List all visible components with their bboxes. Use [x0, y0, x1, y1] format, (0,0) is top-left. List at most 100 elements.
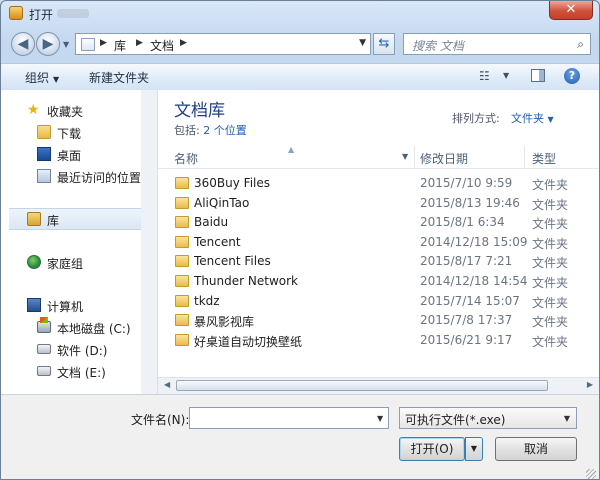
scrollbar-thumb[interactable] [176, 380, 548, 391]
arrow-left-icon: ◀ [17, 36, 29, 52]
forward-button[interactable]: ▶ [36, 32, 60, 56]
organize-menu[interactable]: 组织 ▼ [25, 69, 59, 86]
sidebar-item-desktop[interactable]: 桌面 [1, 144, 157, 164]
breadcrumb-libraries[interactable]: 库 [114, 37, 126, 54]
address-bar[interactable]: ▶ 库 ▶ 文档 ▶ ▼ [75, 33, 371, 55]
sidebar-item-favorites[interactable]: ★ 收藏夹 [1, 100, 157, 120]
chevron-down-icon: ▼ [53, 75, 60, 84]
column-header-date[interactable]: 修改日期 [420, 150, 468, 167]
file-row[interactable]: 好桌道自动切换壁纸 2015/6/21 9:17 文件夹 [158, 331, 599, 350]
arrange-by-dropdown[interactable]: 文件夹 ▼ [511, 110, 554, 126]
sidebar-item-libraries[interactable]: 库 [9, 208, 147, 230]
folder-icon [175, 177, 189, 189]
file-row[interactable]: Thunder Network 2014/12/18 14:54 文件夹 [158, 272, 599, 291]
file-name: 好桌道自动切换壁纸 [194, 334, 303, 349]
scroll-left-icon[interactable]: ◀ [164, 380, 170, 389]
search-input[interactable]: 搜索 文档 [412, 37, 464, 54]
sidebar-item-downloads[interactable]: 下载 [1, 122, 157, 142]
file-date: 2015/8/1 6:34 [420, 215, 505, 230]
column-filter-icon[interactable]: ▼ [402, 152, 408, 161]
file-date: 2015/8/13 19:46 [420, 195, 520, 210]
file-date: 2015/7/8 17:37 [420, 313, 513, 328]
file-row[interactable]: Tencent Files 2015/8/17 7:21 文件夹 [158, 252, 599, 271]
command-bar: 组织 ▼ 新建文件夹 ☷ ▼ ? [1, 63, 599, 91]
breadcrumb-documents[interactable]: 文档 [150, 37, 174, 54]
address-dropdown-icon[interactable]: ▼ [359, 38, 366, 48]
file-row[interactable]: Tencent 2014/12/18 15:09 文件夹 [158, 233, 599, 252]
help-icon[interactable]: ? [564, 68, 580, 84]
column-header-name[interactable]: 名称 [174, 150, 198, 167]
sidebar-label: 最近访问的位置 [57, 171, 142, 185]
close-button[interactable]: ✕ [549, 1, 593, 20]
file-name: 暴风影视库 [194, 315, 255, 330]
file-type: 文件夹 [532, 315, 569, 330]
arrow-right-icon: ▶ [42, 36, 54, 52]
file-name: Tencent [194, 234, 241, 249]
cancel-button[interactable]: 取消 [495, 437, 577, 461]
open-button[interactable]: 打开(O) [399, 437, 465, 461]
sidebar-label: 桌面 [57, 149, 82, 163]
new-folder-button[interactable]: 新建文件夹 [89, 69, 149, 86]
sidebar-label: 本地磁盘 (C:) [57, 322, 131, 336]
chevron-down-icon: ▼ [547, 115, 554, 124]
open-options-dropdown[interactable]: ▼ [465, 437, 483, 461]
filename-input[interactable] [189, 407, 389, 429]
folder-icon [175, 196, 189, 209]
file-type: 文件夹 [532, 295, 569, 310]
sidebar-item-computer[interactable]: 计算机 [1, 295, 157, 315]
sidebar-item-homegroup[interactable]: 家庭组 [1, 252, 157, 272]
folder-icon [175, 333, 189, 346]
sidebar-item-recent-places[interactable]: 最近访问的位置 [1, 166, 157, 186]
scroll-right-icon[interactable]: ▶ [587, 380, 593, 389]
file-type: 文件夹 [532, 197, 569, 212]
recent-locations-dropdown[interactable]: ▼ [63, 40, 69, 49]
file-date: 2015/7/10 9:59 [420, 176, 513, 190]
column-divider[interactable] [414, 146, 415, 168]
resize-grip-icon[interactable] [586, 469, 596, 479]
sidebar-item-drive-c[interactable]: 本地磁盘 (C:) [1, 317, 157, 337]
view-options-icon[interactable]: ☷ [479, 69, 493, 83]
file-type: 文件夹 [532, 236, 569, 251]
file-type-select[interactable]: 可执行文件(*.exe) ▼ [399, 407, 577, 429]
breadcrumb-separator-icon[interactable]: ▶ [136, 38, 143, 48]
sort-ascending-icon: ▲ [288, 145, 295, 154]
homegroup-icon [27, 255, 41, 269]
breadcrumb-separator-icon[interactable]: ▶ [100, 38, 107, 48]
file-row[interactable]: Baidu 2015/8/1 6:34 文件夹 [158, 213, 599, 232]
file-row[interactable]: tkdz 2015/7/14 15:07 文件夹 [158, 292, 599, 311]
sidebar-label: 收藏夹 [47, 105, 84, 119]
sidebar-item-drive-e[interactable]: 文档 (E:) [1, 361, 157, 381]
folder-icon [175, 275, 189, 287]
view-dropdown-icon[interactable]: ▼ [503, 71, 509, 80]
organize-label: 组织 [25, 71, 50, 85]
column-divider[interactable] [524, 146, 525, 168]
file-row[interactable]: 暴风影视库 2015/7/8 17:37 文件夹 [158, 311, 599, 330]
dialog-footer: 文件名(N): ▼ 可执行文件(*.exe) ▼ 打开(O) ▼ 取消 [1, 394, 599, 479]
column-header-type[interactable]: 类型 [532, 150, 556, 167]
file-list-pane: 文档库 包括: 2 个位置 排列方式: 文件夹 ▼ ▲ 名称 ▼ 修改日期 类型… [158, 90, 599, 394]
breadcrumb-separator-icon[interactable]: ▶ [180, 38, 187, 48]
system-drive-icon [37, 317, 51, 333]
library-title: 文档库 [174, 101, 225, 121]
file-row[interactable]: AliQinTao 2015/8/13 19:46 文件夹 [158, 194, 599, 213]
back-button[interactable]: ◀ [11, 32, 35, 56]
filename-label: 文件名(N): [131, 413, 190, 427]
file-row[interactable]: 360Buy Files 2015/7/10 9:59 文件夹 [158, 174, 599, 193]
desktop-icon [37, 147, 51, 161]
search-icon[interactable]: ⌕ [577, 37, 584, 52]
navigation-pane-scrollbar[interactable] [141, 90, 157, 394]
file-name: AliQinTao [194, 195, 250, 210]
locations-link[interactable]: 2 个位置 [203, 124, 247, 137]
star-icon: ★ [27, 102, 40, 118]
file-type: 文件夹 [532, 178, 569, 192]
file-name: Baidu [194, 215, 229, 230]
sidebar-item-drive-d[interactable]: 软件 (D:) [1, 339, 157, 359]
horizontal-scrollbar[interactable]: ◀ ▶ [158, 377, 599, 395]
folder-icon [175, 314, 189, 327]
file-date: 2014/12/18 15:09 [420, 234, 528, 249]
preview-pane-icon[interactable] [531, 69, 545, 82]
filename-dropdown-icon[interactable]: ▼ [377, 414, 383, 423]
refresh-button[interactable]: ⇆ [373, 33, 395, 55]
search-box[interactable]: 搜索 文档 ⌕ [403, 33, 591, 55]
arrange-by-label: 排列方式: [452, 112, 500, 125]
